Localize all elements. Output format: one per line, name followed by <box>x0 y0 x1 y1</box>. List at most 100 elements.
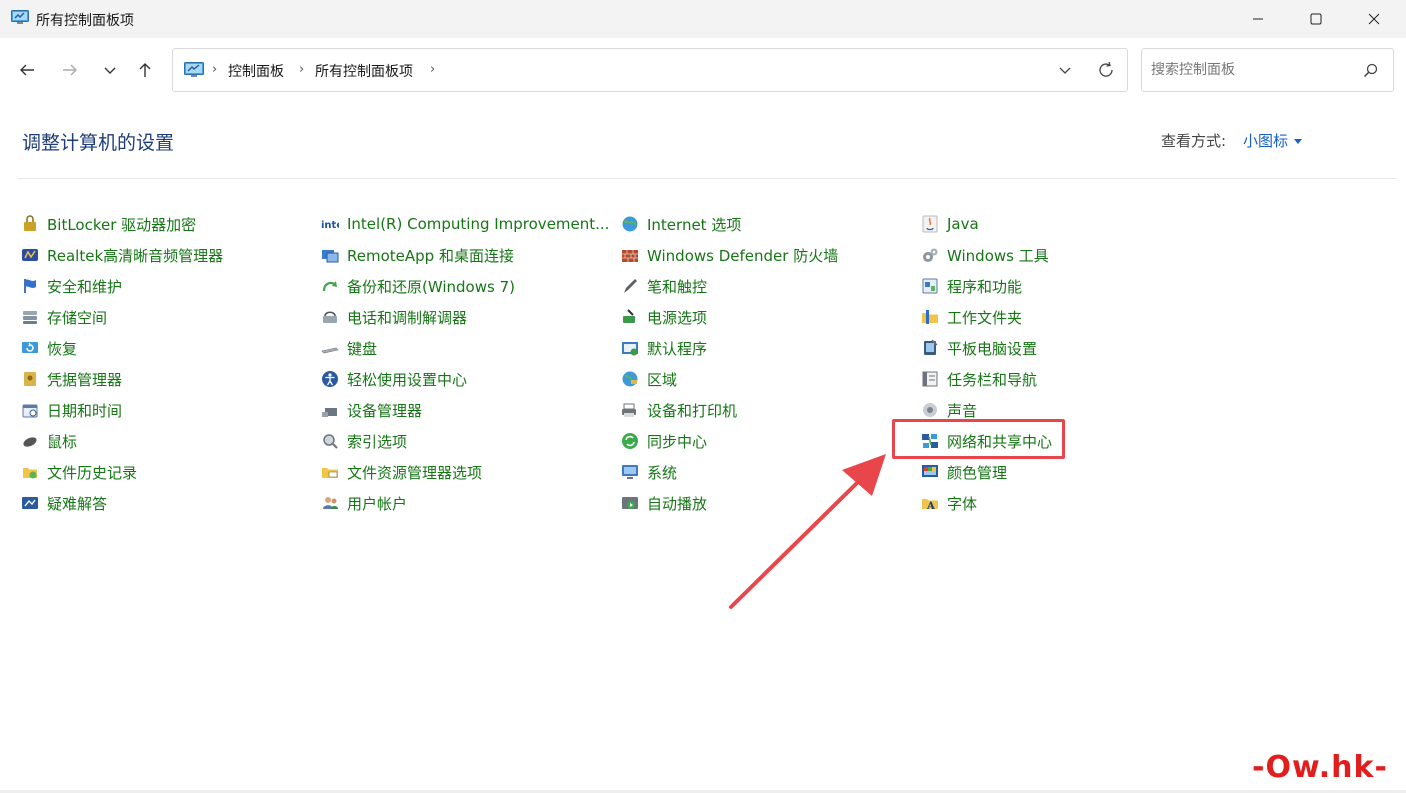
control-panel-item[interactable]: Internet 选项 <box>621 212 741 236</box>
indexing-icon <box>323 434 338 449</box>
realtek-audio-icon <box>22 249 38 261</box>
default-programs-icon <box>622 342 638 356</box>
breadcrumb-control-panel[interactable]: 控制面板 <box>228 61 284 81</box>
control-panel-item[interactable]: 工作文件夹 <box>921 305 1022 329</box>
control-panel-item-label: 字体 <box>947 494 978 513</box>
refresh-button[interactable] <box>1093 58 1119 82</box>
file-history-icon <box>23 468 37 479</box>
control-panel-item[interactable]: Realtek高清晰音频管理器 <box>21 243 223 267</box>
control-panel-item-label: 区域 <box>647 370 678 389</box>
flag-icon <box>24 279 36 293</box>
ease-of-access-icon <box>322 371 338 387</box>
forward-button[interactable] <box>56 56 84 84</box>
control-panel-item[interactable]: 电源选项 <box>621 305 707 329</box>
control-panel-item[interactable]: 颜色管理 <box>921 460 1007 484</box>
annotation-arrow <box>729 454 886 609</box>
control-panel-item-label: 恢复 <box>47 339 78 358</box>
control-panel-item[interactable]: 存储空间 <box>21 305 107 329</box>
breadcrumb-separator[interactable]: › <box>299 62 304 77</box>
autoplay-icon <box>622 497 638 509</box>
control-panel-item-label: 平板电脑设置 <box>947 339 1038 358</box>
control-panel-item[interactable]: 设备管理器 <box>321 398 422 422</box>
sync-icon <box>622 433 638 449</box>
up-button[interactable] <box>131 56 159 84</box>
maximize-button[interactable] <box>1293 0 1339 38</box>
recent-locations-button[interactable] <box>96 56 124 84</box>
programs-features-icon <box>922 278 938 294</box>
control-panel-item-label: Windows 工具 <box>947 246 1049 265</box>
control-panel-item[interactable]: 安全和维护 <box>21 274 122 298</box>
control-panel-item-label: 默认程序 <box>647 339 708 358</box>
control-panel-item[interactable]: 索引选项 <box>321 429 407 453</box>
control-panel-item-label: 存储空间 <box>47 308 108 327</box>
search-box[interactable] <box>1141 48 1394 92</box>
storage-icon <box>23 311 37 324</box>
control-panel-item-label: 鼠标 <box>47 432 78 451</box>
control-panel-item-label: 疑难解答 <box>47 494 108 513</box>
control-panel-item-label: Java <box>947 215 979 233</box>
control-panel-item-label: Intel(R) Computing Improvement... <box>347 215 610 233</box>
breadcrumb-separator: › <box>212 62 218 77</box>
control-panel-item-label: 键盘 <box>347 339 378 358</box>
breadcrumb-all-items[interactable]: 所有控制面板项 <box>315 61 413 81</box>
control-panel-item[interactable]: Windows 工具 <box>921 243 1049 267</box>
region-globe-icon <box>622 371 638 387</box>
java-icon <box>922 215 938 233</box>
control-panel-item[interactable]: 默认程序 <box>621 336 707 360</box>
control-panel-item[interactable]: 用户帐户 <box>321 491 407 515</box>
windows-tools-icon <box>923 248 938 262</box>
control-panel-item[interactable]: RemoteApp 和桌面连接 <box>321 243 514 267</box>
control-panel-item[interactable]: Java <box>921 212 979 236</box>
minimize-icon <box>1253 18 1263 20</box>
control-panel-item-label: Windows Defender 防火墙 <box>647 246 839 265</box>
control-panel-item[interactable]: 设备和打印机 <box>621 398 737 422</box>
control-panel-item[interactable]: 轻松使用设置中心 <box>321 367 467 391</box>
control-panel-item-label: 系统 <box>647 463 678 482</box>
control-panel-item[interactable]: 鼠标 <box>21 429 77 453</box>
control-panel-item[interactable]: 文件资源管理器选项 <box>321 460 482 484</box>
control-panel-item[interactable]: Windows Defender 防火墙 <box>621 243 838 267</box>
control-panel-item-label: 轻松使用设置中心 <box>347 370 468 389</box>
control-panel-item-label: Realtek高清晰音频管理器 <box>47 246 224 265</box>
pen-icon <box>624 279 637 293</box>
back-button[interactable] <box>13 56 41 84</box>
control-panel-item[interactable]: 笔和触控 <box>621 274 707 298</box>
search-input[interactable] <box>1151 59 1351 81</box>
minimize-button[interactable] <box>1235 0 1281 38</box>
control-panel-item[interactable]: 平板电脑设置 <box>921 336 1037 360</box>
control-panel-item[interactable]: 恢复 <box>21 336 77 360</box>
control-panel-item[interactable]: 键盘 <box>321 336 377 360</box>
control-panel-item[interactable]: A 字体 <box>921 491 977 515</box>
search-icon[interactable] <box>1361 61 1381 81</box>
control-panel-item-label: 同步中心 <box>647 432 708 451</box>
control-panel-item-label: Internet 选项 <box>647 215 742 234</box>
control-panel-item[interactable]: 区域 <box>621 367 677 391</box>
address-history-button[interactable] <box>1053 60 1077 80</box>
control-panel-item[interactable]: 系统 <box>621 460 677 484</box>
view-by-dropdown[interactable]: 小图标 <box>1243 130 1303 151</box>
user-accounts-icon <box>323 497 338 509</box>
control-panel-item[interactable]: 程序和功能 <box>921 274 1022 298</box>
control-panel-item-label: RemoteApp 和桌面连接 <box>347 246 514 265</box>
control-panel-item[interactable]: 自动播放 <box>621 491 707 515</box>
control-panel-item[interactable]: 疑难解答 <box>21 491 107 515</box>
address-bar[interactable]: › 控制面板 › 所有控制面板项 › <box>172 48 1128 92</box>
control-panel-item[interactable]: intel Intel(R) Computing Improvement... <box>321 212 609 236</box>
view-by-label: 查看方式: <box>1161 132 1227 150</box>
control-panel-item-label: 设备管理器 <box>347 401 423 420</box>
control-panel-item-label: 索引选项 <box>347 432 408 451</box>
control-panel-item[interactable]: 日期和时间 <box>21 398 122 422</box>
breadcrumb-separator[interactable]: › <box>430 62 435 77</box>
control-panel-item[interactable]: 任务栏和导航 <box>921 367 1037 391</box>
control-panel-item-label: 工作文件夹 <box>947 308 1023 327</box>
control-panel-item-label: 安全和维护 <box>47 277 123 296</box>
close-icon <box>1368 13 1380 25</box>
control-panel-item[interactable]: 电话和调制解调器 <box>321 305 467 329</box>
control-panel-item[interactable]: 同步中心 <box>621 429 707 453</box>
backup-icon <box>322 281 337 292</box>
control-panel-item[interactable]: 文件历史记录 <box>21 460 137 484</box>
close-button[interactable] <box>1351 0 1397 38</box>
control-panel-item[interactable]: 凭据管理器 <box>21 367 122 391</box>
control-panel-item[interactable]: BitLocker 驱动器加密 <box>21 212 196 236</box>
control-panel-item[interactable]: 备份和还原(Windows 7) <box>321 274 515 298</box>
